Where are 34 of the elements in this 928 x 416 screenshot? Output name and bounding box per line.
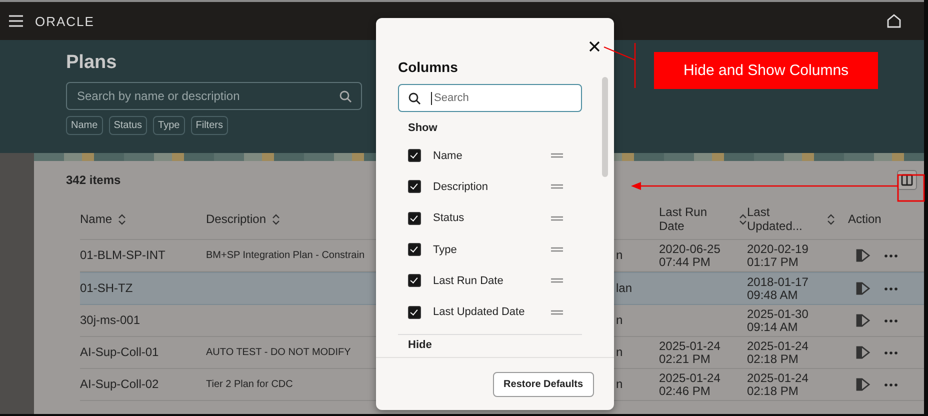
table-cell-text: 2025-01-24 02:18 PM [747, 340, 810, 366]
table-cell: BM+SP Integration Plan - Constrain [206, 249, 365, 262]
column-label: Type [433, 242, 458, 257]
table-cell: 30j-ms-001 [80, 314, 140, 327]
table-cell-text: 2025-01-24 02:21 PM [659, 340, 722, 366]
table-cell-text: 2025-01-24 02:46 PM [659, 372, 722, 398]
table-cell: AI-Sup-Coll-02 [80, 378, 159, 391]
logo: ORACLE [35, 14, 94, 28]
table-cell: n [616, 378, 623, 391]
column-label: Status [433, 211, 466, 226]
table-cell-text: 2025-01-24 02:18 PM [747, 372, 810, 398]
annotation-label: Hide and Show Columns [654, 52, 878, 89]
table-cell: lan [616, 282, 632, 295]
column-label: Name [433, 148, 464, 163]
section-heading: Hide [407, 338, 433, 353]
table-cell-text: 2020-06-25 07:44 PM [659, 242, 722, 268]
table-cell: AUTO TEST - DO NOT MODIFY [206, 346, 351, 359]
column-label: Last Run Date [433, 274, 504, 288]
section-heading: Show [407, 121, 438, 136]
table-cell-text: 2025-01-30 09:14 AM [747, 308, 810, 334]
table-cell: 01-BLM-SP-INT [80, 249, 166, 262]
column-label: Description [433, 180, 490, 194]
table-cell: n [616, 346, 623, 359]
page-title: Plans [66, 52, 117, 74]
table-cell: 01-SH-TZ [80, 282, 133, 295]
table-cell: Tier 2 Plan for CDC [206, 378, 293, 391]
dialog-title: Columns [398, 59, 458, 75]
table-cell-text: 2018-01-17 09:48 AM [747, 276, 810, 302]
table-cell: n [616, 314, 623, 327]
column-label: Last Updated Date [433, 305, 526, 320]
table-cell-text: 2020-02-19 01:17 PM [747, 242, 810, 268]
table-cell: n [616, 249, 623, 262]
table-cell: AI-Sup-Coll-01 [80, 346, 159, 359]
item-count: 342 items [66, 173, 121, 187]
